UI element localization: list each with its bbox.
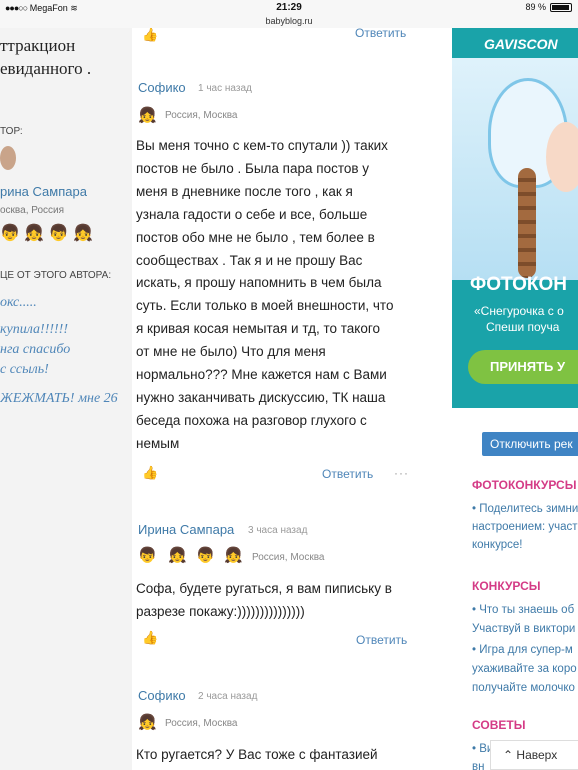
back-to-top-label: Наверх (516, 748, 558, 762)
ad-banner[interactable]: GAVISCON ФОТОКОН «Снегурочка с о Спеши п… (452, 28, 578, 408)
comment-line: Софа, будете ругаться, я вам пипиську в (136, 581, 392, 596)
right-sidebar: GAVISCON ФОТОКОН «Снегурочка с о Спеши п… (452, 28, 578, 770)
like-icon[interactable]: 👍 (142, 28, 158, 42)
daughter-icon: 👧 (138, 714, 157, 731)
comment-author[interactable]: Софико (138, 80, 186, 95)
post-title-line2: евиданного . (0, 59, 92, 78)
comment-line: нормально??? Мне кажется нам с Вами (136, 367, 387, 383)
comment-line: нужно заканчивать дискуссию, ТК наша (136, 389, 386, 405)
disable-ads-button[interactable]: Отключить рек (482, 432, 578, 456)
author-post-4[interactable]: с ссыль! (0, 362, 49, 378)
comment-text: Кто ругается? У Вас тоже с фантазией (136, 744, 452, 767)
back-to-top-button[interactable]: ⌃ Наверх (490, 740, 578, 770)
ad-brand: GAVISCON (484, 36, 558, 52)
more-options-icon[interactable]: ··· (394, 466, 409, 480)
author-label: ТОР: (0, 126, 23, 137)
section-title-photocontests[interactable]: ФОТОКОНКУРСЫ (472, 478, 576, 492)
photocontest-link[interactable]: настроением: участ (472, 518, 578, 536)
battery-percent: 89 % (525, 2, 546, 12)
more-from-author-label: ЦЕ ОТ ЭТОГО АВТОРА: (0, 270, 112, 281)
son-icon: 👦 (138, 547, 157, 564)
contest-link[interactable]: • Игра для супер-м (472, 641, 573, 659)
comment-location: Россия, Москва (252, 552, 325, 563)
status-bar: ●●●○○ MegaFon ≋ 21:29 89 % (0, 0, 578, 16)
section-title-contests[interactable]: КОНКУРСЫ (472, 579, 541, 593)
comment-line: постов не было . Была пара постов у (136, 160, 370, 176)
author-avatar[interactable] (0, 146, 16, 170)
comment-location: Россия, Москва (165, 718, 238, 729)
comment-line: постов обо мне не было , тем более в (136, 229, 375, 245)
comment-line: меня в дневнике после того , как я (136, 183, 353, 199)
reply-button[interactable]: Ответить (356, 633, 407, 647)
comment-text: Софа, будете ругаться, я вам пипиську в … (136, 578, 452, 624)
comment-line: от мне не было) Что для меня (136, 344, 326, 360)
chevron-up-icon: ⌃ (503, 748, 514, 762)
comment-line: сообществах . Так я и не прошу Вас (136, 252, 363, 268)
braid-shape (518, 168, 536, 278)
ad-cta-button[interactable]: ПРИНЯТЬ У (468, 350, 578, 384)
like-icon[interactable]: 👍 (142, 466, 158, 480)
face-shape (546, 122, 578, 192)
comment-line: узнала гадости о себе и все, больше (136, 206, 368, 222)
comment-time: 2 часа назад (198, 691, 258, 702)
comment-text: Вы меня точно с кем-то спутали )) таких … (136, 135, 452, 456)
tips-link[interactable]: вн (472, 758, 484, 770)
comment-line: искать, я прошу напомнить в чем была (136, 275, 382, 291)
battery-indicator: 89 % (525, 2, 572, 12)
ad-subtitle-2: Спеши поуча (486, 320, 560, 334)
comment-time: 1 час назад (198, 83, 252, 94)
contest-link[interactable]: ухаживайте за коро (472, 660, 577, 678)
son-icon: 👦 (196, 547, 215, 564)
comment-line: беседа похожа на разговор глухого с (136, 412, 367, 428)
photocontest-link[interactable]: конкурсе! (472, 536, 522, 554)
author-kids-icons: 👦 👧 👦 👧 (0, 225, 94, 242)
reply-button[interactable]: Ответить (355, 28, 406, 40)
comment-line: Кто ругается? У Вас тоже с фантазией (136, 747, 378, 762)
author-post-1[interactable]: окс..... (0, 295, 37, 311)
daughter-icon: 👧 (224, 547, 243, 564)
contest-link[interactable]: • Что ты знаешь об (472, 601, 574, 619)
ad-headline: ФОТОКОН (470, 274, 568, 295)
comment-line: Вы меня точно с кем-то спутали )) таких (136, 138, 388, 153)
author-post-2[interactable]: купила!!!!!! (0, 322, 68, 338)
comment-line: я кривая косая немытая и тд, то такого (136, 321, 380, 337)
post-title-line1: ттракцион (0, 36, 76, 55)
daughter-icon: 👧 (138, 107, 157, 124)
like-icon[interactable]: 👍 (142, 631, 158, 645)
ad-subtitle-1: «Снегурочка с о (474, 304, 564, 318)
daughter-icon: 👧 (168, 547, 187, 564)
contest-link[interactable]: получайте молочко (472, 679, 575, 697)
contest-link[interactable]: Участвуй в виктори (472, 620, 575, 638)
author-post-3[interactable]: нга спасибо (0, 342, 70, 358)
section-title-tips[interactable]: СОВЕТЫ (472, 718, 525, 732)
left-sidebar: ттракцион евиданного . ТОР: рина Сампара… (0, 28, 132, 770)
reply-button[interactable]: Ответить (322, 467, 373, 481)
battery-icon (550, 2, 572, 12)
author-name[interactable]: рина Сампара (0, 184, 87, 199)
comment-location: Россия, Москва (165, 110, 238, 121)
snow-maiden-image (452, 58, 578, 280)
comment-line: немым (136, 435, 180, 451)
photocontest-link[interactable]: • Поделитесь зимни (472, 500, 578, 518)
comment-line: разрезе покажу:))))))))))))))) (136, 603, 305, 619)
author-post-5[interactable]: ЖЕЖМАТЬ! мне 26 (0, 391, 118, 407)
comments-column: 👍 Ответить Софико 1 час назад 👧 Россия, … (132, 28, 452, 770)
comment-time: 3 часа назад (248, 525, 308, 536)
url-bar[interactable]: babyblog.ru (0, 16, 578, 28)
clock: 21:29 (276, 2, 302, 13)
author-location: осква, Россия (0, 205, 65, 216)
comment-line: суть. Если только в моей внешности, что (136, 298, 394, 314)
comment-author[interactable]: Софико (138, 688, 186, 703)
comment-author[interactable]: Ирина Сампара (138, 522, 234, 537)
